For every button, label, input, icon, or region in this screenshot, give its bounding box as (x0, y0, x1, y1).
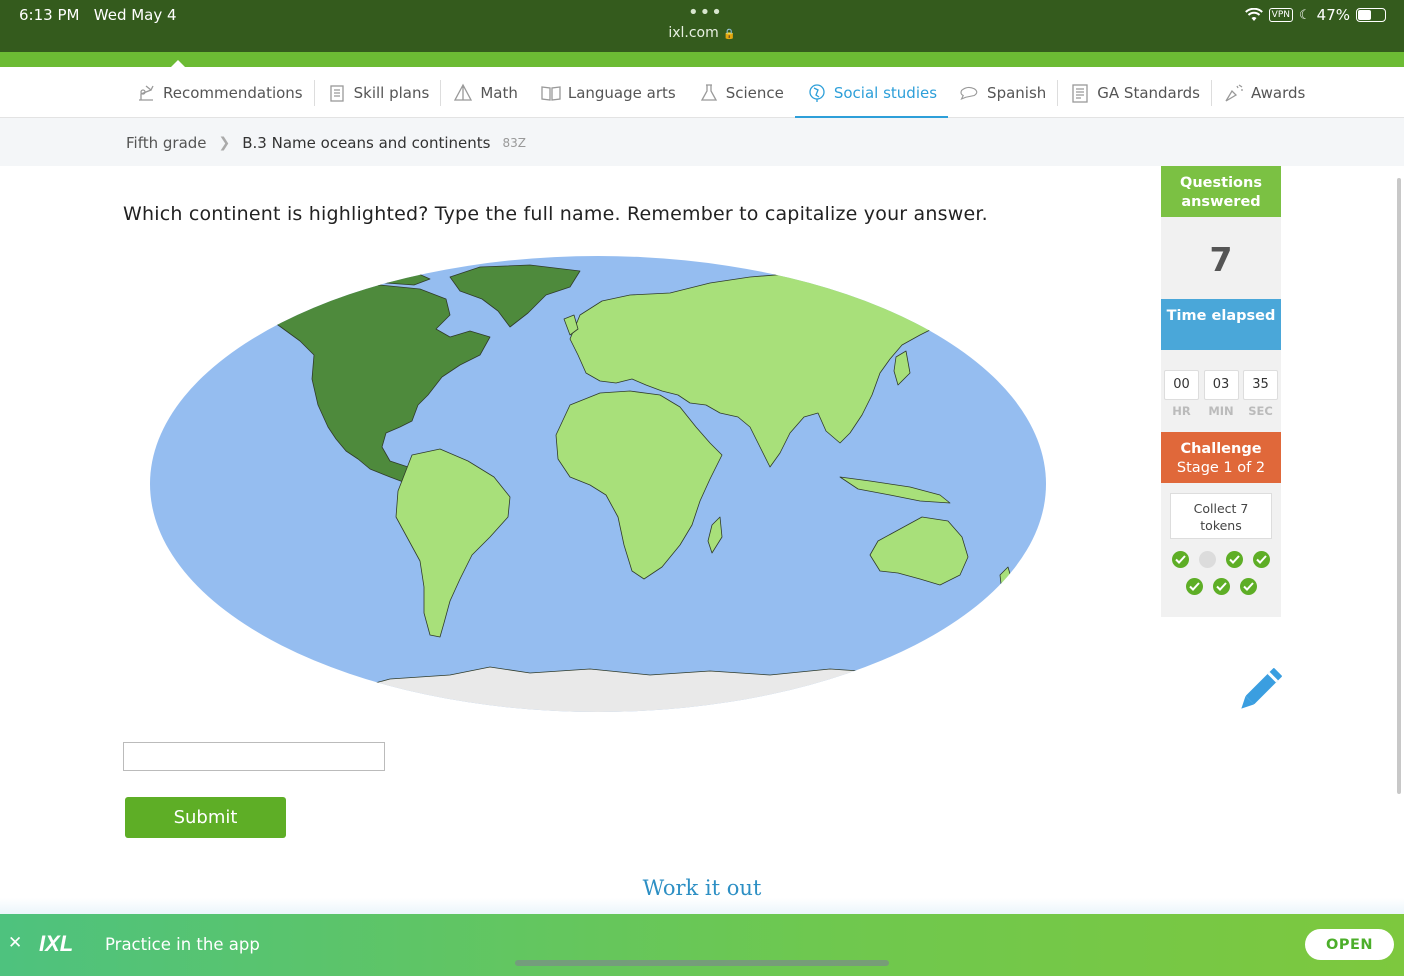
math-icon (452, 82, 474, 104)
progress-sidebar: Questions answered 7 Time elapsed 00 03 … (1161, 166, 1281, 617)
token-collected-icon (1185, 578, 1203, 595)
spanish-icon (959, 82, 981, 104)
language-arts-icon (540, 82, 562, 104)
questions-answered-count: 7 (1209, 240, 1233, 279)
status-indicators: VPN ☾ 47% (1244, 6, 1386, 24)
nav-item-spanish[interactable]: Spanish (948, 67, 1057, 118)
url-bar[interactable]: ixl.com 🔒 (0, 25, 1404, 41)
world-map (150, 256, 1046, 712)
lock-icon: 🔒 (723, 29, 736, 40)
timer-hours: 00 (1164, 370, 1199, 400)
nav-item-language-arts[interactable]: Language arts (529, 67, 687, 118)
nav-item-math[interactable]: Math (441, 67, 529, 118)
questions-answered-label: Questions answered (1161, 166, 1281, 217)
timer-seconds: 35 (1243, 370, 1278, 400)
token-collected-icon (1226, 551, 1243, 568)
battery-percent: 47% (1316, 6, 1350, 24)
battery-icon (1356, 8, 1386, 22)
home-indicator[interactable] (515, 960, 889, 966)
timer-hr-label: HR (1172, 404, 1191, 418)
token-collected-icon (1212, 578, 1230, 595)
scrollbar[interactable] (1397, 178, 1401, 794)
token-empty-icon (1199, 551, 1216, 568)
token-collected-icon (1172, 551, 1189, 568)
nav-item-label: Recommendations (163, 83, 303, 102)
token-collected-icon (1253, 551, 1270, 568)
token-list (1169, 551, 1273, 595)
skill-code: 83Z (502, 136, 526, 150)
moon-icon: ☾ (1299, 7, 1311, 23)
nav-item-label: Math (480, 83, 518, 102)
svg-text:IXL: IXL (39, 932, 73, 954)
nav-item-recommendations[interactable]: Recommendations (124, 67, 314, 118)
science-icon (698, 82, 720, 104)
token-collected-icon (1239, 578, 1257, 595)
nav-item-social-studies[interactable]: Social studies (794, 67, 949, 119)
work-it-out-link[interactable]: Work it out (0, 876, 1404, 900)
challenge-header: Challenge Stage 1 of 2 (1161, 432, 1281, 483)
standards-icon (1069, 82, 1091, 104)
close-icon[interactable]: ✕ (8, 933, 22, 953)
arctic-islands (349, 268, 431, 286)
collect-tokens-text: Collect 7 tokens (1170, 493, 1272, 539)
banner-message: Practice in the app (105, 935, 260, 954)
timer-labels: HR MIN SEC (1161, 404, 1281, 418)
status-time: 6:13 PM Wed May 4 (19, 6, 177, 24)
breadcrumb: Fifth grade ❯ B.3 Name oceans and contin… (126, 134, 526, 152)
timer-min-label: MIN (1208, 404, 1234, 418)
awards-icon (1223, 82, 1245, 104)
timer-sec-label: SEC (1248, 404, 1273, 418)
nav-item-awards[interactable]: Awards (1212, 67, 1316, 118)
breadcrumb-skill: B.3 Name oceans and continents (242, 134, 491, 152)
nav-item-label: Skill plans (353, 83, 430, 102)
nav-item-label: Awards (1251, 83, 1306, 102)
challenge-label: Challenge (1180, 441, 1262, 457)
ixl-logo: IXL (39, 932, 73, 954)
pencil-icon[interactable] (1236, 668, 1282, 714)
nav-item-ga-standards[interactable]: GA Standards (1058, 67, 1211, 118)
status-bar: 6:13 PM Wed May 4 ••• ixl.com 🔒 VPN ☾ 47… (0, 0, 1404, 52)
work-area-fade (0, 898, 1404, 914)
nav-item-label: Social studies (833, 83, 938, 102)
chevron-right-icon: ❯ (218, 135, 231, 151)
breadcrumb-bar: Fifth grade ❯ B.3 Name oceans and contin… (0, 118, 1404, 166)
nav-item-label: GA Standards (1097, 83, 1200, 102)
subject-nav: Recommendations Skill plans Math Language a… (0, 67, 1404, 119)
timer: 00 03 35 (1161, 370, 1281, 400)
breadcrumb-grade[interactable]: Fifth grade (126, 134, 207, 152)
vpn-icon: VPN (1268, 8, 1293, 22)
time-elapsed-label: Time elapsed (1161, 299, 1281, 350)
answer-input[interactable] (123, 742, 385, 771)
question-prompt: Which continent is highlighted? Type the… (123, 203, 988, 225)
recommendations-icon (135, 82, 157, 104)
nav-item-skill-plans[interactable]: Skill plans (315, 67, 441, 118)
app-banner: ✕ IXL Practice in the app OPEN (0, 914, 1404, 976)
wifi-icon (1244, 8, 1263, 21)
timer-minutes: 03 (1203, 370, 1239, 400)
social-studies-icon (806, 82, 828, 104)
nav-item-label: Science (725, 83, 784, 102)
nav-item-label: Spanish (987, 83, 1047, 102)
open-app-button[interactable]: OPEN (1305, 929, 1394, 960)
header-strip (0, 52, 1404, 68)
nav-item-science[interactable]: Science (687, 67, 795, 118)
challenge-stage: Stage 1 of 2 (1176, 460, 1266, 476)
nav-item-label: Language arts (567, 83, 676, 102)
more-dots-icon[interactable]: ••• (688, 2, 723, 23)
skill-plans-icon (326, 82, 348, 104)
submit-button[interactable]: Submit (125, 797, 286, 838)
